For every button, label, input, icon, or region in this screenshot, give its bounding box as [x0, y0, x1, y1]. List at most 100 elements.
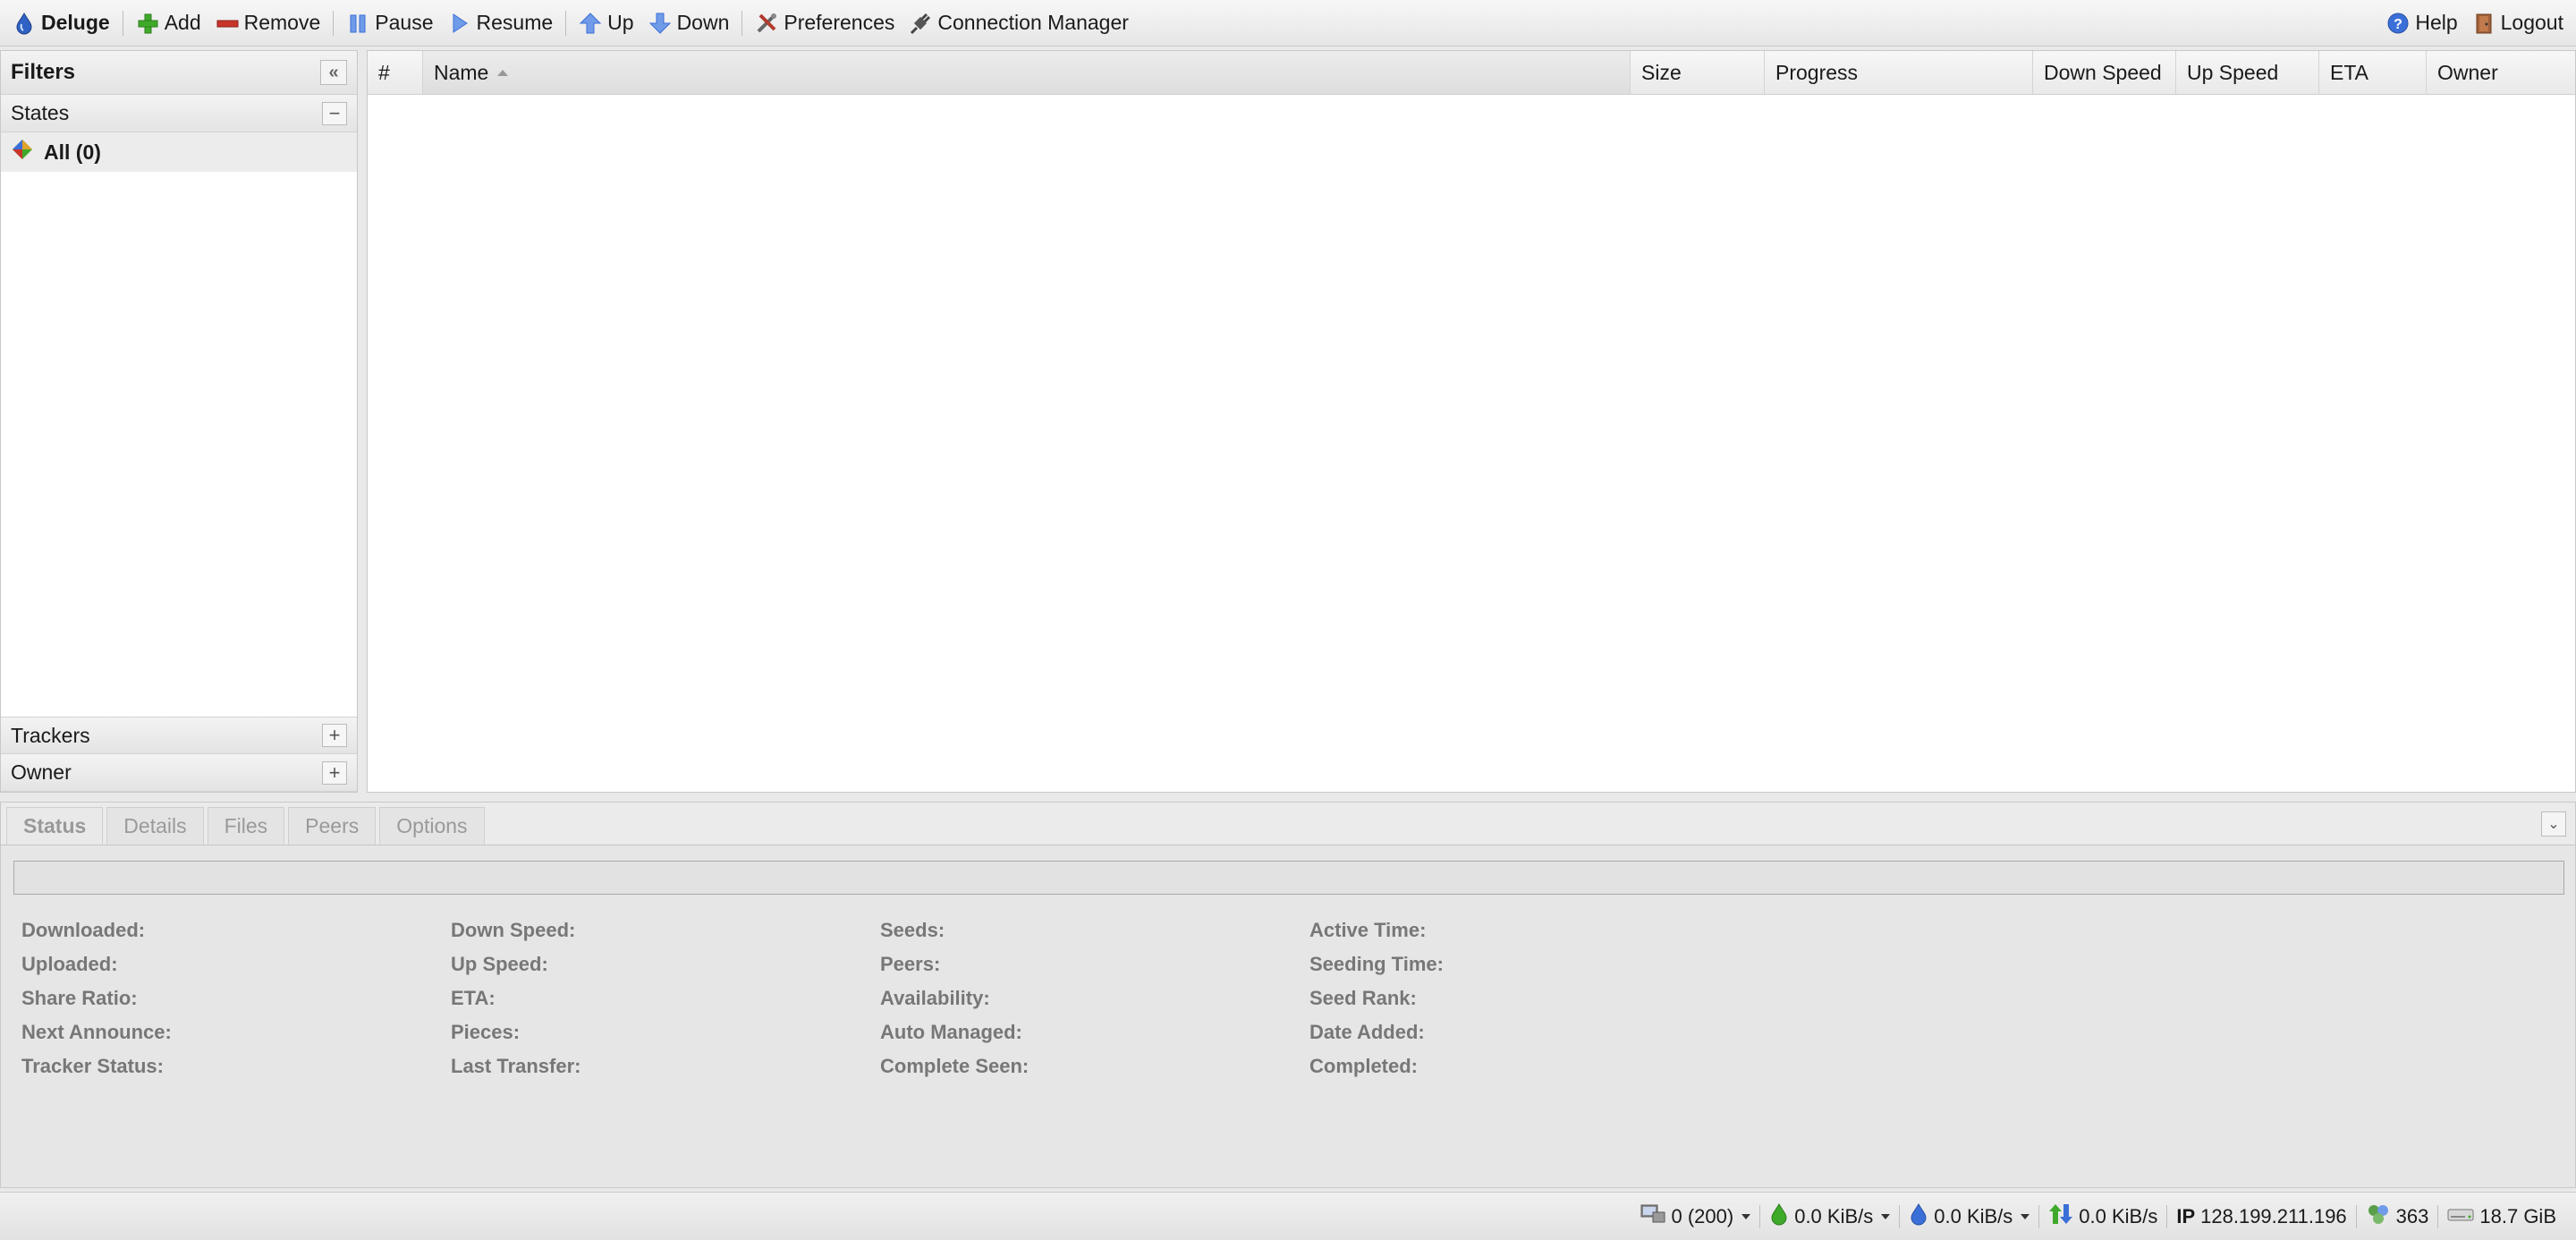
column-header-eta[interactable]: ETA: [2319, 51, 2427, 94]
column-label: Size: [1641, 60, 1682, 84]
column-label: Down Speed: [2044, 60, 2162, 84]
preferences-button-label: Preferences: [784, 11, 895, 34]
stat-last-transfer: Last Transfer:: [451, 1055, 581, 1077]
collapse-details-button[interactable]: ⌄: [2541, 811, 2566, 837]
column-header-up-speed[interactable]: Up Speed: [2176, 51, 2319, 94]
tab-status[interactable]: Status: [6, 807, 104, 845]
stat-next-announce: Next Announce:: [21, 1021, 172, 1043]
trackers-section-header[interactable]: Trackers +: [1, 717, 357, 754]
stat-up-speed: Up Speed:: [451, 953, 548, 975]
stat-share-ratio: Share Ratio:: [21, 987, 138, 1009]
app-title: Deluge: [5, 5, 117, 41]
column-label: #: [378, 60, 390, 84]
column-label: Owner: [2437, 60, 2498, 84]
help-button[interactable]: ? Help: [2379, 5, 2464, 41]
upload-speed-value: 0.0 KiB/s: [1934, 1204, 2013, 1227]
column-label: Progress: [1775, 60, 1859, 84]
plug-icon: [909, 12, 932, 35]
toolbar-right: ? Help Logout: [2379, 5, 2571, 41]
connections-menu[interactable]: 0 (200): [1631, 1203, 1759, 1230]
column-header-size[interactable]: Size: [1631, 51, 1765, 94]
stat-pieces: Pieces:: [451, 1021, 521, 1043]
logout-button[interactable]: Logout: [2465, 5, 2571, 41]
stats-column-speed: Down Speed: Up Speed: ETA: Pieces: Last …: [451, 913, 581, 1083]
stat-date-added: Date Added:: [1309, 1021, 1425, 1043]
add-button-label: Add: [164, 11, 201, 34]
column-header-queue[interactable]: #: [368, 51, 423, 94]
minus-icon: −: [328, 101, 341, 124]
column-label: ETA: [2330, 60, 2369, 84]
add-icon: [136, 12, 159, 35]
tab-label: Status: [23, 814, 87, 837]
stat-complete-seen: Complete Seen:: [880, 1055, 1030, 1077]
column-header-progress[interactable]: Progress: [1765, 51, 2033, 94]
owner-section-label: Owner: [11, 760, 72, 784]
tools-icon: [755, 12, 778, 35]
plus-icon: +: [328, 724, 341, 746]
column-header-down-speed[interactable]: Down Speed: [2033, 51, 2176, 94]
owner-expand-toggle[interactable]: +: [322, 760, 347, 785]
column-label: Up Speed: [2187, 60, 2279, 84]
stat-tracker-status: Tracker Status:: [21, 1055, 164, 1077]
state-filter-label: All (0): [44, 140, 101, 164]
states-section-header[interactable]: States −: [1, 95, 357, 132]
tab-files[interactable]: Files: [207, 807, 285, 845]
stat-availability: Availability:: [880, 987, 990, 1009]
hard-drive-icon: [2447, 1205, 2474, 1228]
state-filter-all[interactable]: All (0): [1, 132, 357, 172]
tab-options[interactable]: Options: [379, 807, 485, 845]
remove-button[interactable]: Remove: [208, 5, 328, 41]
tab-label: Options: [396, 814, 468, 837]
download-speed-menu[interactable]: 0.0 KiB/s: [1760, 1202, 1899, 1231]
owner-section-header[interactable]: Owner +: [1, 754, 357, 792]
help-icon: ?: [2386, 12, 2410, 35]
logout-button-label: Logout: [2500, 11, 2563, 34]
trackers-section-label: Trackers: [11, 723, 90, 747]
queue-up-button[interactable]: Up: [572, 5, 640, 41]
filters-bottom-sections: Trackers + Owner +: [1, 717, 357, 792]
free-space: 18.7 GiB: [2438, 1205, 2565, 1228]
tab-label: Details: [123, 814, 187, 837]
details-tabs: Status Details Files Peers Options ⌄: [1, 803, 2575, 845]
states-collapse-toggle[interactable]: −: [322, 101, 347, 125]
remove-button-label: Remove: [243, 11, 321, 34]
upload-speed-menu[interactable]: 0.0 KiB/s: [1900, 1202, 2038, 1231]
toolbar-separator: [741, 10, 743, 36]
trackers-expand-toggle[interactable]: +: [322, 724, 347, 747]
double-chevron-down-icon: ⌄: [2547, 817, 2560, 832]
tab-peers[interactable]: Peers: [288, 807, 377, 845]
grid-header: # Name Size Progress Down Speed Up Speed…: [368, 51, 2575, 95]
filters-header: Filters «: [1, 51, 357, 95]
remove-icon: [216, 12, 239, 35]
column-header-owner[interactable]: Owner: [2427, 51, 2575, 94]
pause-icon: [346, 12, 369, 35]
toolbar: Deluge Add Remove Pause Resume Up Down P…: [0, 0, 2576, 47]
stat-seed-rank: Seed Rank:: [1309, 987, 1417, 1009]
connection-manager-button[interactable]: Connection Manager: [902, 5, 1136, 41]
external-ip: IP 128.199.211.196: [2167, 1205, 2355, 1228]
double-chevron-left-icon: «: [328, 62, 339, 82]
stats-column-transfer: Downloaded: Uploaded: Share Ratio: Next …: [21, 913, 172, 1083]
add-button[interactable]: Add: [129, 5, 208, 41]
queue-up-label: Up: [607, 11, 634, 34]
stat-uploaded: Uploaded:: [21, 953, 118, 975]
svg-text:?: ?: [2394, 17, 2402, 32]
stat-down-speed: Down Speed:: [451, 919, 576, 941]
tab-details[interactable]: Details: [106, 807, 204, 845]
pause-button-label: Pause: [375, 11, 434, 34]
column-header-name[interactable]: Name: [423, 51, 1631, 94]
sort-ascending-icon: [497, 69, 509, 76]
collapse-sidebar-button[interactable]: «: [320, 60, 347, 85]
upload-speed-icon: [1909, 1202, 1928, 1231]
free-space-value: 18.7 GiB: [2479, 1204, 2556, 1227]
arrow-up-icon: [579, 12, 602, 35]
protocol-traffic: 0.0 KiB/s: [2039, 1202, 2166, 1231]
grid-body[interactable]: [368, 95, 2575, 793]
pause-button[interactable]: Pause: [339, 5, 440, 41]
queue-down-button[interactable]: Down: [641, 5, 737, 41]
preferences-button[interactable]: Preferences: [748, 5, 902, 41]
app-title-label: Deluge: [41, 11, 110, 34]
toolbar-separator: [333, 10, 335, 36]
resume-button[interactable]: Resume: [441, 5, 561, 41]
dht-nodes: 363: [2357, 1202, 2438, 1231]
